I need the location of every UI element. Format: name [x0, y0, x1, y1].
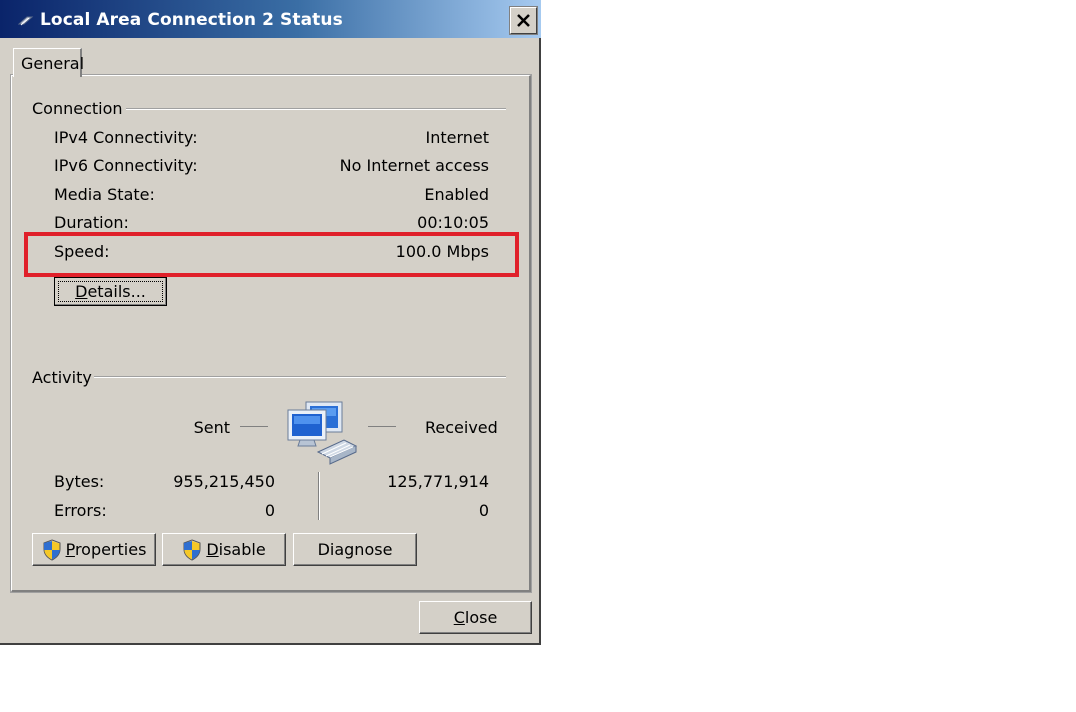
activity-group-heading: Activity	[32, 368, 92, 387]
diagnose-button-label: Diagnose	[317, 540, 393, 559]
activity-vertical-divider	[318, 472, 320, 520]
activity-group-divider	[94, 376, 506, 378]
ipv4-label: IPv4 Connectivity:	[54, 128, 198, 147]
received-label: Received	[425, 418, 498, 437]
diagnose-button[interactable]: Diagnose	[293, 533, 417, 566]
details-button[interactable]: Details...	[54, 277, 167, 306]
uac-shield-icon	[183, 538, 201, 561]
speed-highlight-box	[24, 232, 519, 277]
errors-sent-value: 0	[264, 501, 275, 520]
network-connection-icon	[18, 16, 34, 26]
received-connector-line	[368, 426, 396, 427]
errors-received-value: 0	[478, 501, 489, 520]
close-x-icon	[517, 14, 530, 27]
sent-connector-line	[240, 426, 268, 427]
disable-button[interactable]: Disable	[162, 533, 286, 566]
details-focus-rect	[58, 281, 163, 302]
ipv6-value: No Internet access	[339, 156, 489, 175]
network-computers-icon	[287, 401, 358, 465]
connection-group-divider	[126, 108, 506, 110]
bytes-label: Bytes:	[54, 472, 105, 491]
duration-value: 00:10:05	[417, 213, 489, 232]
close-window-button[interactable]	[509, 6, 538, 35]
bytes-received-value: 125,771,914	[387, 472, 489, 491]
bytes-sent-value: 955,215,450	[173, 472, 275, 491]
duration-label: Duration:	[54, 213, 129, 232]
media-state-value: Enabled	[424, 185, 489, 204]
properties-button-label: Properties	[65, 540, 147, 559]
media-state-label: Media State:	[54, 185, 155, 204]
uac-shield-icon	[43, 538, 61, 561]
close-button[interactable]: Close	[419, 601, 532, 634]
ipv4-value: Internet	[425, 128, 489, 147]
close-button-label: Close	[453, 608, 498, 627]
connection-status-dialog: Local Area Connection 2 Status General C…	[0, 0, 541, 645]
tab-general-label: General	[21, 54, 85, 73]
disable-button-label: Disable	[206, 540, 266, 559]
sent-label: Sent	[193, 418, 230, 437]
connection-group-heading: Connection	[32, 99, 123, 118]
window-title: Local Area Connection 2 Status	[40, 10, 343, 30]
title-bar[interactable]: Local Area Connection 2 Status	[0, 0, 541, 38]
ipv6-label: IPv6 Connectivity:	[54, 156, 198, 175]
properties-button[interactable]: Properties	[32, 533, 156, 566]
tab-general[interactable]: General	[13, 48, 85, 77]
errors-label: Errors:	[54, 501, 107, 520]
